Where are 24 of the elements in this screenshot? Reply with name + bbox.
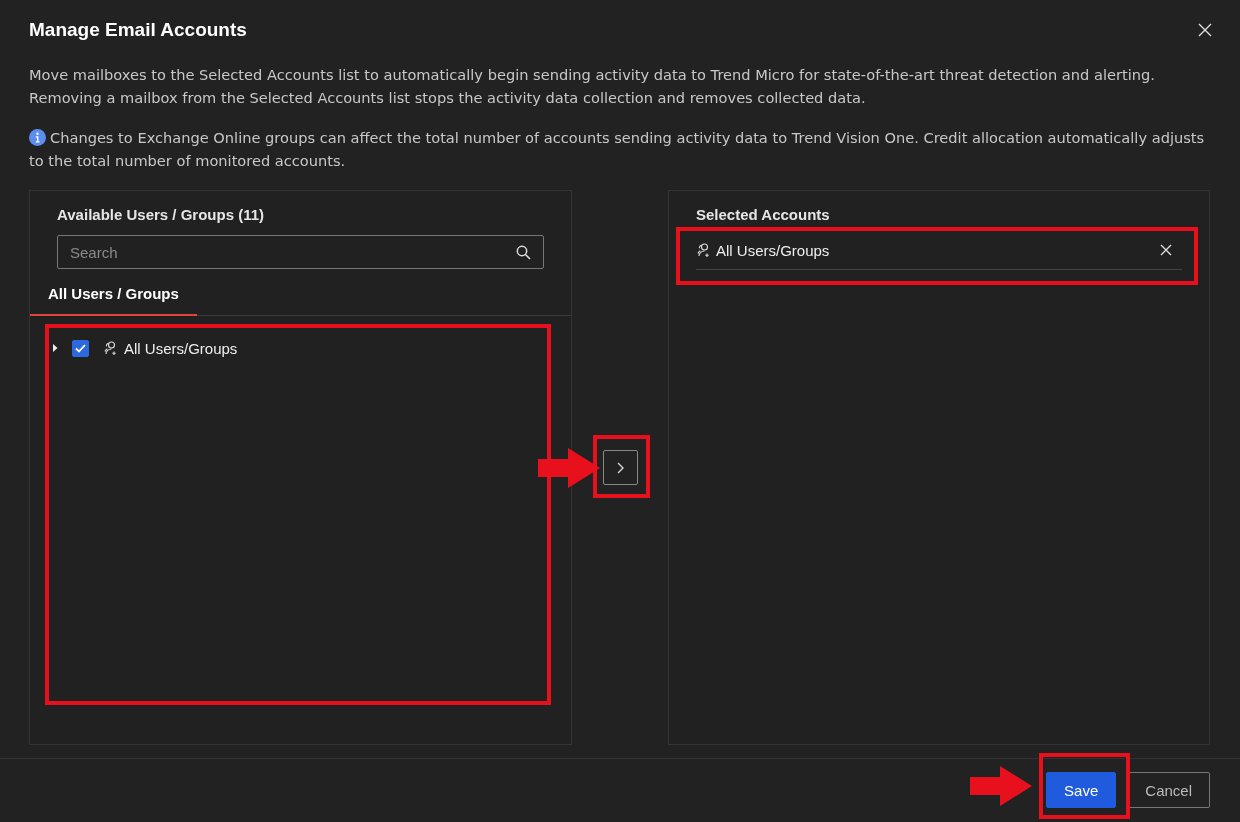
search-field[interactable]: Search <box>57 235 544 269</box>
search-icon <box>516 245 531 260</box>
description-text: Move mailboxes to the Selected Accounts list to automatically begin sending activity data to Trend Micro for state-of-the-art threat detection and alerting. Removing a mailbox from the Selected Accounts list stops the activity data collection and removes collected data. <box>29 65 1156 108</box>
caret-icon[interactable] <box>52 344 58 352</box>
highlight-frame <box>593 435 650 498</box>
cancel-button[interactable]: Cancel <box>1127 772 1210 808</box>
panel-title: Selected Accounts <box>696 206 831 223</box>
notice-text: Changes to Exchange Online groups can affect the total number of accounts sending activity data to Trend Vision One. Credit allocation automatically adjusts to the total number of monitored accounts. <box>29 128 1206 171</box>
move-right-button[interactable] <box>602 450 638 485</box>
save-button[interactable]: Save <box>1046 772 1117 808</box>
selected-item-label: All Users/Groups <box>716 241 831 259</box>
dialog-title: Manage Email Accounts <box>29 19 247 41</box>
checkbox[interactable] <box>72 339 89 357</box>
users-icon <box>696 242 712 258</box>
check-icon <box>75 343 86 353</box>
tree-item-label[interactable]: All Users/Groups <box>124 339 238 357</box>
users-icon <box>103 340 119 356</box>
info-icon <box>29 129 46 146</box>
close-button[interactable] <box>1196 21 1214 39</box>
panel-title: Available Users / Groups (11) <box>57 206 266 223</box>
annotation-arrow <box>970 766 1032 806</box>
annotation-arrow <box>538 448 600 488</box>
tab[interactable]: All Users / Groups <box>30 278 197 316</box>
chevron-right-icon <box>616 461 624 474</box>
